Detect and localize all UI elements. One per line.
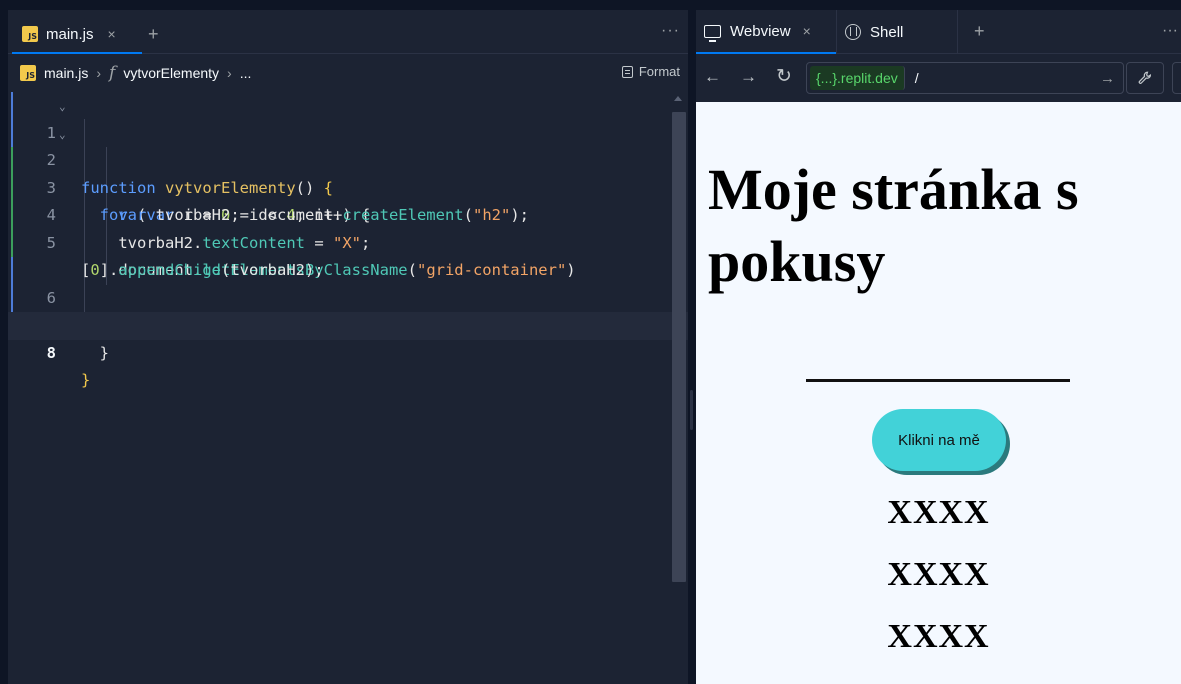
shell-icon [845,24,861,40]
go-arrow-icon[interactable]: → [1100,70,1115,87]
breadcrumb-function[interactable]: vytvorElementy [123,65,219,81]
url-input[interactable]: {...} .replit.dev / → [806,62,1124,94]
x-heading: XXXX [887,494,990,531]
url-bar: ← → ↻ {...} .replit.dev / → [696,54,1181,102]
editor-tabbar: JS main.js × + ··· [8,10,688,54]
click-me-button[interactable]: Klikni na mě [872,409,1006,471]
reload-icon[interactable]: ↻ [776,65,792,88]
code-line: 4 tvorbaH2.textContent = "X"; [8,175,688,252]
editor-pane: JS main.js × + ··· JS main.js › f vytvor… [8,10,688,684]
function-icon: f [109,63,116,83]
add-tab-button[interactable]: + [148,24,159,45]
breadcrumb-ellipsis[interactable]: ... [240,65,252,81]
page-heading: Moje stránka s pokusy [708,157,1079,294]
format-icon [621,65,633,78]
code-line: 3 var tvorbaH2 = document.createElement(… [8,147,688,225]
code-token: } [81,371,91,389]
new-window-button[interactable] [1172,62,1181,94]
code-line: 2 ⌄ for (var i = 0; i < 4; i++) { [8,120,688,225]
tab-label: main.js [46,25,94,43]
add-tab-button[interactable]: + [974,21,985,42]
format-label: Format [638,64,680,79]
js-file-icon: JS [22,26,38,42]
code-line: 7 } [8,285,688,362]
forward-arrow-icon[interactable]: → [740,67,757,87]
tab-webview[interactable]: Webview × [696,10,836,54]
code-token: } [99,343,110,362]
tab-main-js[interactable]: JS main.js × [12,16,142,54]
code-line-wrapped: [0].appendChild(tvorbaH2); [8,230,688,279]
splitter-handle[interactable] [690,390,693,430]
chevron-right-icon: › [227,65,232,81]
tab-label: Shell [870,23,904,41]
x-heading: XXXX [887,618,990,655]
webview-pane: Webview × Shell + ··· ← → ↻ {...} .replit… [696,10,1181,684]
url-host-id: {...} [816,70,838,86]
url-host: {...} .replit.dev [810,66,905,90]
tab-label: Webview [730,22,791,40]
more-options-icon[interactable]: ··· [661,22,680,40]
more-options-icon[interactable]: ··· [1162,22,1178,40]
back-arrow-icon[interactable]: ← [704,67,721,87]
breadcrumb: JS main.js › f vytvorElementy › ... Form… [8,54,688,92]
url-path: / [914,70,919,86]
code-line: 6 [8,257,688,307]
webview-tabbar: Webview × Shell + ··· [696,10,1181,54]
monitor-icon [704,24,721,42]
chevron-right-icon: › [96,65,102,81]
scrollbar-thumb[interactable] [672,112,686,582]
webview-content: Moje stránka s pokusy Klikni na mě XXXX … [696,102,1181,684]
fold-chevron-icon[interactable]: ⌄ [59,121,66,149]
close-icon[interactable]: × [803,23,811,39]
code-line-active: 8 } [8,312,688,389]
vertical-scrollbar[interactable] [670,92,688,582]
js-file-icon: JS [20,65,36,81]
close-icon[interactable]: × [108,26,116,42]
code-editor[interactable]: 1 ⌄ function vytvorElementy() { 2 ⌄ for … [8,92,688,684]
line-number: 8 [46,343,56,362]
url-host-domain: .replit.dev [837,70,898,86]
pane-splitter[interactable] [688,10,696,684]
fold-chevron-icon[interactable]: ⌄ [59,93,66,121]
scroll-up-icon[interactable] [674,96,682,101]
wrench-icon [1138,71,1152,84]
code-line: 5 document.getElementsByClassName("grid-… [8,202,688,280]
code-line: 1 ⌄ function vytvorElementy() { [8,92,688,197]
format-button[interactable]: Format [621,64,680,79]
x-heading: XXXX [887,556,990,593]
tab-shell[interactable]: Shell [836,10,958,54]
devtools-button[interactable] [1126,62,1164,94]
breadcrumb-file[interactable]: main.js [44,65,88,81]
horizontal-rule [806,379,1070,382]
